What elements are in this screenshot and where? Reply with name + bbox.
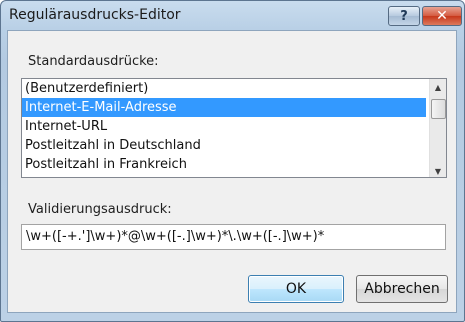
- close-button[interactable]: ✕: [422, 6, 462, 26]
- list-item[interactable]: Postleitzahl in Frankreich: [22, 155, 426, 174]
- list-item[interactable]: Postleitzahl in Deutschland: [22, 136, 426, 155]
- validation-expression-label: Validierungsausdruck:: [28, 202, 172, 217]
- ok-button[interactable]: OK: [248, 275, 344, 303]
- title-bar[interactable]: Regulärausdrucks-Editor ? ✕: [1, 1, 464, 31]
- help-button[interactable]: ?: [388, 6, 420, 26]
- cancel-button[interactable]: Abbrechen: [356, 275, 448, 303]
- list-item[interactable]: Internet-URL: [22, 117, 426, 136]
- scroll-thumb[interactable]: [431, 99, 446, 119]
- scroll-down-arrow-icon[interactable]: ▼: [430, 163, 446, 177]
- list-item[interactable]: (Benutzerdefiniert): [22, 79, 426, 98]
- help-icon: ?: [400, 8, 408, 24]
- standard-expressions-list[interactable]: (Benutzerdefiniert) Internet-E-Mail-Adres…: [21, 78, 447, 178]
- close-icon: ✕: [436, 8, 448, 24]
- window-title: Regulärausdrucks-Editor: [9, 7, 181, 23]
- list-scrollbar[interactable]: ▲ ▼: [429, 79, 446, 177]
- scroll-up-arrow-icon[interactable]: ▲: [430, 79, 446, 95]
- standard-expressions-label: Standardausdrücke:: [28, 54, 159, 69]
- list-item[interactable]: Internet-E-Mail-Adresse: [22, 98, 426, 117]
- validation-expression-input[interactable]: \w+([-+.']\w+)*@\w+([-.]\w+)*\.\w+([-.]\…: [21, 224, 446, 250]
